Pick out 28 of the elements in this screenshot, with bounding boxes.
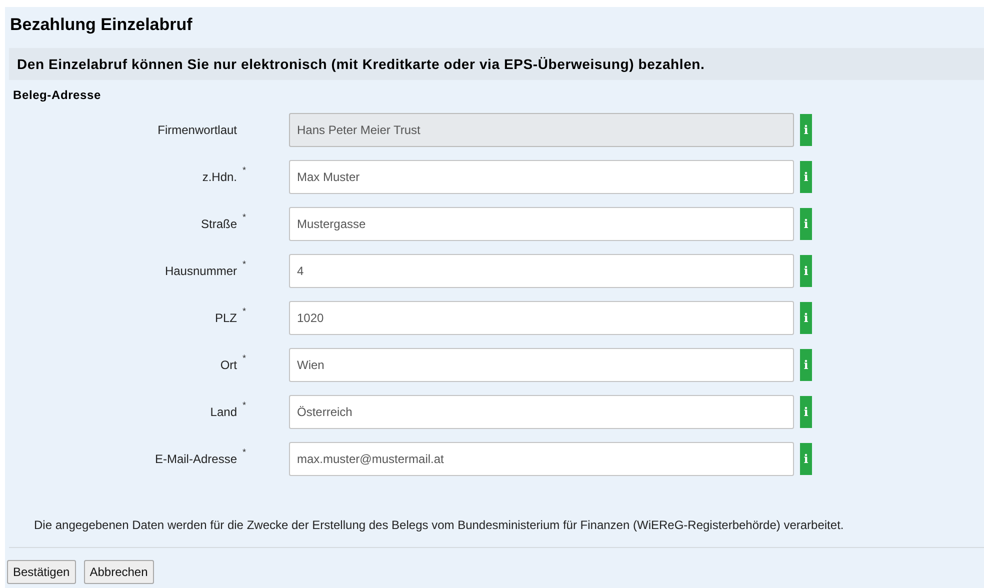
section-heading: Beleg-Adresse [13, 88, 102, 102]
privacy-note: Die angegebenen Daten werden für die Zwecke der Erstellung des Belegs vom Bundesministerium für Finanzen (WiEReG-Registerbehörde) verarbeitet. [34, 518, 845, 532]
input-field[interactable]: Wien [289, 348, 794, 382]
input-field[interactable]: 1020 [289, 301, 794, 335]
required-mark: * [242, 447, 246, 457]
confirm-button[interactable]: Bestätigen [7, 560, 76, 584]
input-field[interactable]: max.muster@mustermail.at [289, 442, 794, 476]
field-label: Ort [220, 358, 237, 372]
cancel-button[interactable]: Abbrechen [84, 560, 154, 584]
input-field[interactable]: Österreich [289, 395, 794, 429]
notice-bar: Den Einzelabruf können Sie nur elektronisch (mit Kreditkarte oder via EPS-Überweisung) bezahlen. [9, 48, 984, 80]
input-field[interactable]: Max Muster [289, 160, 794, 194]
input-field[interactable]: Mustergasse [289, 207, 794, 241]
page-title: Bezahlung Einzelabruf [9, 14, 194, 36]
required-mark: * [242, 212, 246, 222]
field-label: PLZ [214, 311, 237, 325]
required-mark: * [242, 259, 246, 269]
required-mark: * [242, 353, 246, 363]
field-label: Firmenwortlaut [158, 123, 237, 137]
required-mark: * [242, 306, 246, 316]
required-mark: * [242, 165, 246, 175]
field-label: Hausnummer [164, 264, 237, 278]
field-label: Straße [200, 217, 237, 231]
field-label: z.Hdn. [202, 170, 237, 184]
input-field[interactable]: 4 [289, 254, 794, 288]
field-label: Land [210, 405, 237, 419]
field-label: E-Mail-Adresse [154, 452, 237, 466]
required-mark: * [242, 400, 246, 410]
